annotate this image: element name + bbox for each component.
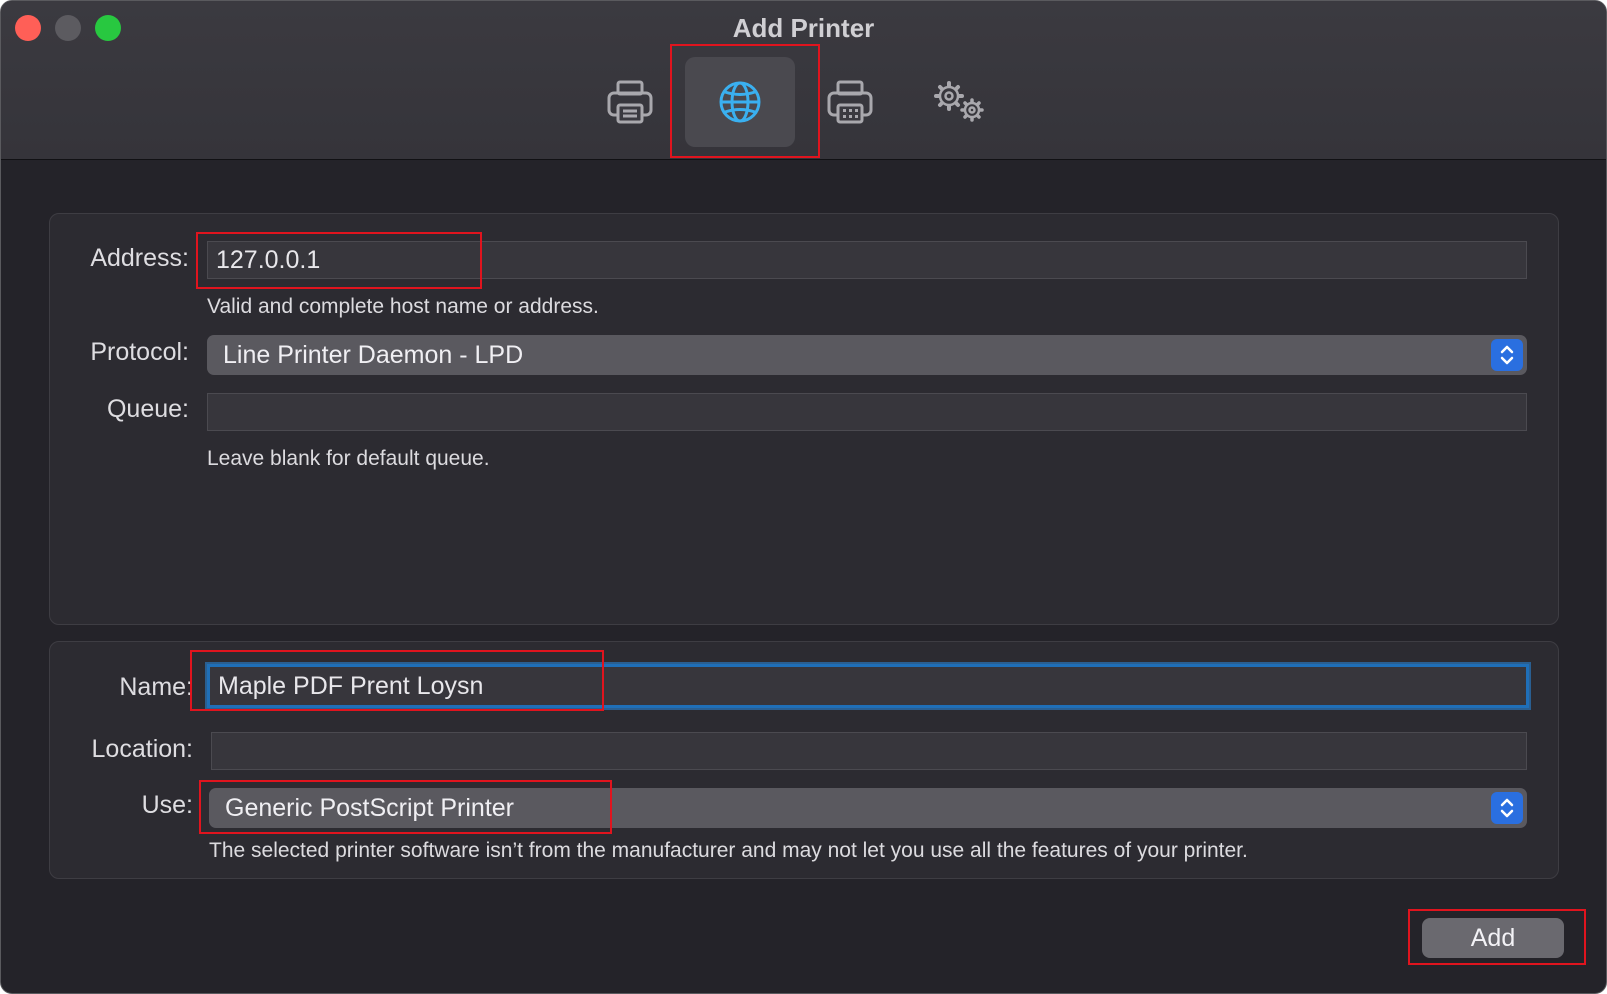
address-hint: Valid and complete host name or address. [207,295,599,318]
queue-input[interactable] [207,393,1527,431]
protocol-stepper[interactable] [1491,339,1523,371]
name-label: Name: [119,673,193,701]
protocol-value: Line Printer Daemon - LPD [223,341,524,369]
titlebar: Add Printer [1,1,1606,160]
use-stepper[interactable] [1491,792,1523,824]
protocol-popup[interactable]: Line Printer Daemon - LPD [207,335,1527,375]
queue-hint: Leave blank for default queue. [207,447,490,470]
protocol-label: Protocol: [90,338,189,366]
window-title: Add Printer [732,13,875,43]
queue-label: Queue: [106,395,189,423]
use-value: Generic PostScript Printer [225,794,514,822]
add-button[interactable]: Add [1422,918,1564,958]
toolbar-default-printer-button[interactable] [575,57,685,147]
printer-icon [607,80,653,124]
toolbar-ip-button[interactable] [685,57,795,147]
globe-icon [719,81,761,123]
use-popup[interactable]: Generic PostScript Printer [209,788,1527,828]
gears-icon [934,81,984,122]
address-label: Address: [90,244,189,272]
location-label: Location: [91,735,193,763]
address-input[interactable] [207,241,1527,279]
fax-printer-icon [827,80,873,124]
location-input[interactable] [211,732,1527,770]
chevron-updown-icon [1500,345,1514,365]
toolbar-advanced-button[interactable] [905,57,1015,147]
use-hint: The selected printer software isn’t from… [209,839,1248,862]
use-label: Use: [141,791,193,819]
add-printer-window: Add Printer Address: 127.0.0.1 Valid and… [0,0,1607,994]
toolbar-windows-printer-button[interactable] [795,57,905,147]
chevron-updown-icon [1500,798,1514,818]
name-input[interactable] [207,664,1529,708]
